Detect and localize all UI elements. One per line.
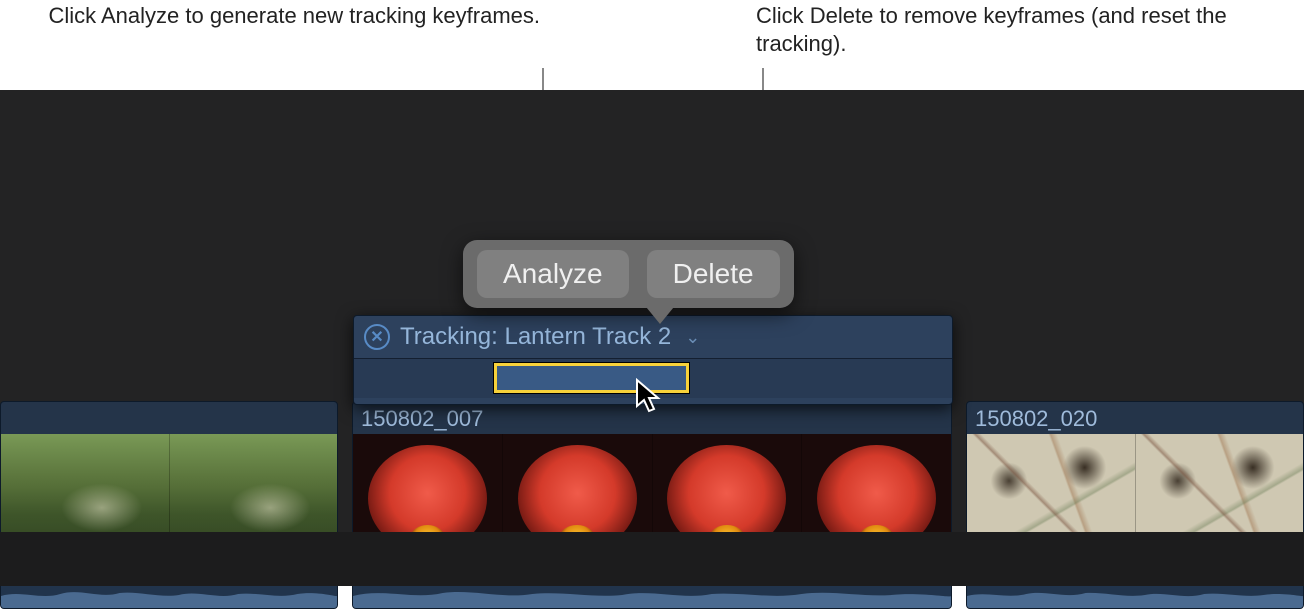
clip-label: 150802_020 [975, 406, 1097, 432]
clip-label: 150802_007 [361, 406, 483, 432]
instruction-callouts: Click Analyze to generate new tracking k… [0, 0, 1304, 90]
chevron-down-icon[interactable]: ⌄ [685, 327, 700, 348]
tracking-popover: Analyze Delete [463, 240, 794, 308]
tracking-editor-title: Tracking: Lantern Track 2 [400, 323, 671, 351]
delete-button[interactable]: Delete [647, 250, 780, 298]
analyze-button[interactable]: Analyze [477, 250, 629, 298]
bottom-bar [0, 532, 1304, 586]
tracking-range-selection[interactable] [494, 363, 689, 393]
app-stage: Analyze Delete ✕ Tracking: Lantern Track… [0, 90, 1304, 586]
callout-analyze: Click Analyze to generate new tracking k… [0, 2, 540, 30]
callout-delete: Click Delete to remove keyframes (and re… [756, 2, 1276, 58]
tracking-keyframe-lane[interactable] [354, 358, 952, 398]
tracking-editor: ✕ Tracking: Lantern Track 2 ⌄ [353, 315, 953, 405]
close-tracking-editor-button[interactable]: ✕ [364, 324, 390, 350]
popover-tail-icon [642, 302, 678, 324]
